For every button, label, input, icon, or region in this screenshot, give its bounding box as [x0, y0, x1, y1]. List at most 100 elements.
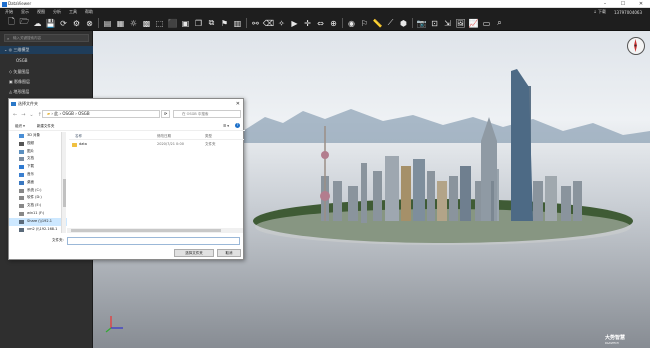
- tree-item-terrain[interactable]: ◬ 地形图层: [0, 88, 93, 96]
- nav-scroll-thumb[interactable]: [63, 179, 66, 207]
- marker-icon[interactable]: ⚐: [358, 17, 371, 30]
- user-account[interactable]: 13797004063: [614, 10, 642, 15]
- box-3d-icon[interactable]: ⬢: [397, 17, 410, 30]
- binoculars-icon[interactable]: ⚯: [249, 17, 262, 30]
- view-options-icon[interactable]: ☰ ▾: [223, 124, 229, 128]
- nav-item[interactable]: win11 (F:): [9, 210, 67, 218]
- stop-icon[interactable]: ⊗: [83, 17, 96, 30]
- save-icon[interactable]: 💾: [44, 17, 57, 30]
- nav-item[interactable]: 视频: [9, 140, 67, 148]
- path-input[interactable]: ▰ › 此 › OSGB › OSGB: [42, 110, 160, 118]
- back-arrow-icon[interactable]: ←: [13, 112, 17, 118]
- close-button[interactable]: ✕: [632, 0, 650, 8]
- pointer-icon[interactable]: ▶: [288, 17, 301, 30]
- pan-icon[interactable]: ⇔: [314, 17, 327, 30]
- path-segment[interactable]: OSGB: [62, 111, 74, 116]
- frame-icon[interactable]: ⬚: [153, 17, 166, 30]
- nav-item[interactable]: 软件 (D:): [9, 194, 67, 202]
- zoom-icon[interactable]: ⊕: [327, 17, 340, 30]
- nav-item[interactable]: 图片: [9, 148, 67, 156]
- grid-icon[interactable]: ▦: [114, 17, 127, 30]
- flag-icon[interactable]: ⚑: [218, 17, 231, 30]
- nav-item[interactable]: 音乐: [9, 171, 67, 179]
- menu-analysis[interactable]: 分析: [53, 9, 61, 15]
- copy-icon[interactable]: ❐: [192, 17, 205, 30]
- navigation-pane: 3D 对象 视频 图片 文档 下载 音乐 桌面 系统 (C:) 软件 (D:) …: [9, 132, 67, 233]
- document-icon[interactable]: ▤: [101, 17, 114, 30]
- cube-icon[interactable]: ⬛: [166, 17, 179, 30]
- download-button[interactable]: ↓ 下载: [593, 9, 606, 15]
- cloud-icon[interactable]: ☁: [31, 17, 44, 30]
- nav-item[interactable]: 桌面: [9, 179, 67, 187]
- tree-item-imagery[interactable]: ▣ 影像图层: [0, 78, 93, 86]
- refresh-button[interactable]: ⟳: [161, 110, 170, 118]
- open-file-icon[interactable]: 🗁: [18, 17, 31, 30]
- menu-tools[interactable]: 工具: [69, 9, 77, 15]
- layer-search-input[interactable]: ⌕ 输入关键搜索内容: [4, 34, 89, 42]
- cancel-button[interactable]: 取消: [217, 249, 241, 257]
- minimize-button[interactable]: –: [596, 0, 614, 8]
- layers-icon[interactable]: ▩: [140, 17, 153, 30]
- nav-item[interactable]: vm2 (\\192.168.1: [9, 226, 67, 233]
- nav-item-selected[interactable]: Share (\\192.1: [9, 217, 67, 226]
- column-type[interactable]: 类型: [205, 132, 235, 139]
- search-icon[interactable]: ⌕: [493, 17, 506, 30]
- crop-icon[interactable]: ⊡: [428, 17, 441, 30]
- file-list-scrollbar[interactable]: [67, 228, 243, 233]
- organize-button[interactable]: 组织 ▾: [15, 124, 25, 129]
- column-date[interactable]: 修改日期: [157, 132, 205, 139]
- new-file-icon[interactable]: 🗋: [5, 17, 18, 30]
- tree-item-vector[interactable]: ◇ 矢量图层: [0, 68, 93, 76]
- nav-label: 下载: [27, 164, 34, 169]
- tree-item-osgb[interactable]: OSGB: [0, 57, 93, 65]
- menu-start[interactable]: 开始: [5, 9, 13, 15]
- settings-icon[interactable]: ⚙: [70, 17, 83, 30]
- transform-icon[interactable]: ⇲: [441, 17, 454, 30]
- maximize-button[interactable]: ☐: [614, 0, 632, 8]
- select-folder-button[interactable]: 选择文件夹: [174, 249, 214, 257]
- layout-icon[interactable]: ▥: [231, 17, 244, 30]
- chart-icon[interactable]: 📈: [467, 17, 480, 30]
- nav-item[interactable]: 文档: [9, 155, 67, 163]
- dialog-search-input[interactable]: 在 OSGB 中搜索: [173, 110, 241, 118]
- pages-icon[interactable]: ⧉: [205, 17, 218, 30]
- panel-icon[interactable]: ▭: [480, 17, 493, 30]
- menu-display[interactable]: 显示: [21, 9, 29, 15]
- help-icon[interactable]: ?: [235, 123, 240, 128]
- box-icon[interactable]: ▣: [179, 17, 192, 30]
- move-icon[interactable]: ✛: [301, 17, 314, 30]
- ruler-icon[interactable]: 📏: [371, 17, 384, 30]
- menu-view[interactable]: 视图: [37, 9, 45, 15]
- file-scroll-thumb[interactable]: [71, 229, 221, 232]
- refresh-icon[interactable]: ⟳: [57, 17, 70, 30]
- compass-icon[interactable]: [627, 37, 645, 55]
- magic-icon[interactable]: ✧: [275, 17, 288, 30]
- location-icon[interactable]: ◉: [345, 17, 358, 30]
- tree-label: 三维模型: [13, 47, 30, 52]
- nav-label: vm2 (\\192.168.1: [27, 226, 58, 231]
- tree-item-3d-models[interactable]: ⌄ ◎ 三维模型: [0, 46, 93, 54]
- clear-icon[interactable]: ⌫: [262, 17, 275, 30]
- nav-item[interactable]: 3D 对象: [9, 132, 67, 140]
- menu-help[interactable]: 帮助: [85, 9, 93, 15]
- measure-icon[interactable]: ⟋: [384, 17, 397, 30]
- chevron-down-icon[interactable]: ⌄ ◎: [4, 47, 13, 52]
- column-name[interactable]: 名称: [69, 132, 157, 139]
- path-segment[interactable]: 此: [54, 111, 58, 116]
- camera-icon[interactable]: 📷: [415, 17, 428, 30]
- nav-item[interactable]: 文档 (E:): [9, 202, 67, 210]
- nav-item[interactable]: 系统 (C:): [9, 187, 67, 195]
- folder-name-input[interactable]: [67, 237, 240, 245]
- dialog-close-button[interactable]: ✕: [236, 99, 240, 109]
- path-segment[interactable]: OSGB: [78, 111, 90, 116]
- chevron-down-icon[interactable]: ⌄: [29, 112, 33, 118]
- axis-gizmo-icon: [105, 316, 123, 333]
- nav-item[interactable]: 下载: [9, 163, 67, 171]
- sun-icon[interactable]: ☼: [127, 17, 140, 30]
- image-icon[interactable]: 🖼: [454, 17, 467, 30]
- forward-arrow-icon[interactable]: →: [21, 112, 25, 118]
- file-name-cell: data: [69, 140, 157, 149]
- nav-scrollbar[interactable]: [61, 132, 66, 233]
- file-row[interactable]: data 2020/7/21 0:00 文件夹: [69, 140, 244, 149]
- new-folder-button[interactable]: 新建文件夹: [37, 124, 55, 129]
